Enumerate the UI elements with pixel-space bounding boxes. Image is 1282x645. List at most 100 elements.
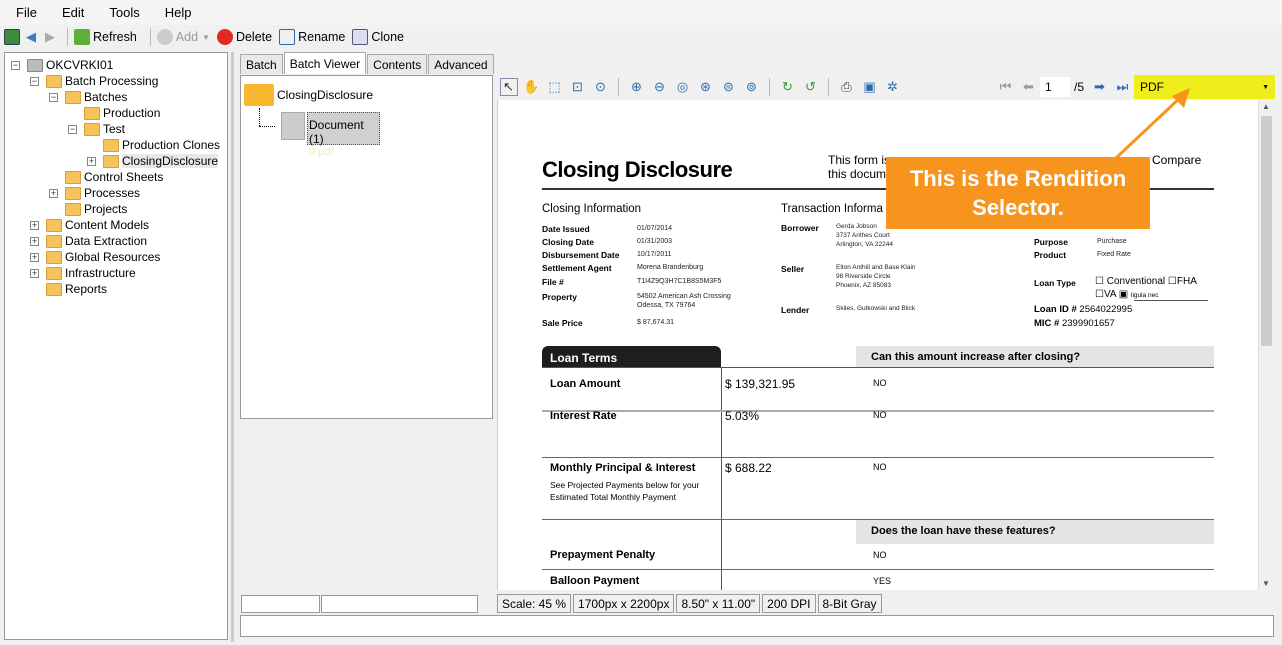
settings-tools-icon[interactable]: ✲ <box>884 78 902 96</box>
save-icon[interactable]: ▣ <box>861 78 879 96</box>
closing-info-label: Sale Price <box>542 318 583 328</box>
closing-info-label: Date Issued <box>542 224 590 234</box>
page-input[interactable]: 1 <box>1039 77 1070 97</box>
forward-icon[interactable]: ▶ <box>42 29 58 45</box>
vertical-scrollbar[interactable]: ▲ ▼ <box>1258 100 1274 590</box>
transaction-value: Elton Anthill and Base Klain <box>836 264 916 271</box>
expand-icon[interactable]: + <box>49 189 58 198</box>
tree-item[interactable]: OKCVRKI01 <box>27 57 113 73</box>
transaction-value: Skiles, Gutkowski and Blick <box>836 305 916 312</box>
delete-icon <box>216 29 233 45</box>
folder-icon <box>65 90 81 104</box>
tree-item[interactable]: Control Sheets <box>65 169 163 185</box>
splitter[interactable] <box>231 52 234 642</box>
navigation-tree: OKCVRKI01 Batch Processing Batches Producti… <box>4 52 228 640</box>
tree-item[interactable]: Global Resources <box>46 249 160 265</box>
folder-icon <box>46 218 62 232</box>
closing-info-value: T1I4Z9Q3H7C1B8S5M3F5 <box>637 278 722 285</box>
document-icon <box>281 112 305 140</box>
batch-folder[interactable]: ClosingDisclosure <box>277 88 373 102</box>
tab-batch-viewer[interactable]: Batch Viewer <box>283 52 367 74</box>
first-page-icon[interactable]: ⏮ <box>996 78 1014 96</box>
next-page-icon[interactable]: ➡ <box>1091 78 1109 96</box>
menu-help[interactable]: Help <box>165 5 192 20</box>
fit-height-icon[interactable]: ⊜ <box>720 78 738 96</box>
folder-icon <box>244 84 274 106</box>
zoom-out-icon[interactable]: ⊖ <box>651 78 669 96</box>
menu-edit[interactable]: Edit <box>62 5 84 20</box>
tree-item[interactable]: Batches <box>65 89 127 105</box>
scrollbar-thumb[interactable] <box>1261 116 1272 346</box>
collapse-icon[interactable]: − <box>68 125 77 134</box>
delete-button[interactable]: Delete <box>216 29 272 45</box>
collapse-icon[interactable]: − <box>30 77 39 86</box>
fit-width-icon[interactable]: ⊛ <box>697 78 715 96</box>
tree-item[interactable]: Data Extraction <box>46 233 147 249</box>
toggle-panel-icon[interactable] <box>4 29 20 45</box>
chevron-down-icon: ▼ <box>202 32 210 42</box>
tab-advanced[interactable]: Advanced <box>428 54 494 74</box>
folder-icon <box>46 266 62 280</box>
rotate-right-icon[interactable]: ↻ <box>779 78 797 96</box>
print-icon[interactable]: ⎙ <box>838 78 856 96</box>
clone-icon <box>352 29 369 45</box>
tree-item[interactable]: Projects <box>65 201 127 217</box>
closing-info-value: 01/31/2003 <box>637 238 673 245</box>
tree-item[interactable]: Batch Processing <box>46 73 158 89</box>
tree-item[interactable]: Production <box>84 105 160 121</box>
refresh-button[interactable]: Refresh <box>74 29 137 45</box>
menu-file[interactable]: File <box>16 5 37 20</box>
loan-term-answer: NO <box>873 410 887 420</box>
collapse-icon[interactable]: − <box>49 93 58 102</box>
page-total: /5 <box>1073 80 1084 94</box>
add-button[interactable]: Add ▼ <box>156 29 210 45</box>
expand-icon[interactable]: + <box>30 237 39 246</box>
transaction-value: Arlington, VA 22244 <box>836 241 893 248</box>
tree-item[interactable]: Infrastructure <box>46 265 136 281</box>
folder-icon <box>65 202 81 216</box>
pan-hand-icon[interactable]: ✋ <box>523 78 541 96</box>
transaction-value: Phoenix, AZ 85083 <box>836 282 891 289</box>
feature-label: Prepayment Penalty <box>550 549 656 561</box>
expand-icon[interactable]: + <box>30 269 39 278</box>
rotate-left-icon[interactable]: ↺ <box>802 78 820 96</box>
batch-viewer-tree: ClosingDisclosure Document (1) 0.pdf <box>240 75 493 419</box>
collapse-icon[interactable]: − <box>11 61 20 70</box>
expand-icon[interactable]: + <box>30 253 39 262</box>
menu-bar: File Edit Tools Help <box>0 0 1282 25</box>
folder-icon <box>46 234 62 248</box>
loan-term-value: 5.03% <box>725 409 760 423</box>
tree-item[interactable]: Content Models <box>46 217 149 233</box>
tree-item[interactable]: Reports <box>46 281 107 297</box>
menu-tools[interactable]: Tools <box>109 5 139 20</box>
zoom-page-icon[interactable]: ⊙ <box>592 78 610 96</box>
rename-button[interactable]: Rename <box>279 29 345 45</box>
zoom-in-icon[interactable]: ⊕ <box>628 78 646 96</box>
closing-info-label: Closing Date <box>542 237 594 247</box>
tree-item[interactable]: Production Clones <box>103 137 220 153</box>
transaction-value: Gerda Jobson <box>836 223 877 230</box>
closing-info-value: 01/07/2014 <box>637 225 673 232</box>
tree-item[interactable]: Test <box>84 121 125 137</box>
tab-contents[interactable]: Contents <box>367 54 428 74</box>
tab-batch[interactable]: Batch <box>240 54 283 74</box>
back-icon[interactable]: ◀ <box>23 29 39 45</box>
expand-icon[interactable]: + <box>87 157 96 166</box>
fit-page-icon[interactable]: ⊚ <box>743 78 761 96</box>
tree-item[interactable]: Processes <box>65 185 140 201</box>
folder-icon <box>65 170 81 184</box>
document-node[interactable]: Document (1) 0.pdf <box>307 112 380 158</box>
server-icon <box>27 58 43 72</box>
select-region-icon[interactable]: ⬚ <box>546 78 564 96</box>
transaction-label: Lender <box>781 305 810 315</box>
rename-icon <box>279 29 296 45</box>
tree-item[interactable]: ClosingDisclosure <box>103 153 219 169</box>
folder-icon <box>103 154 119 168</box>
clone-button[interactable]: Clone <box>352 29 404 45</box>
zoom-region-icon[interactable]: ⊡ <box>569 78 587 96</box>
feature-answer: YES <box>873 576 892 586</box>
prev-page-icon[interactable]: ⬅ <box>1019 78 1037 96</box>
expand-icon[interactable]: + <box>30 221 39 230</box>
zoom-actual-icon[interactable]: ◎ <box>674 78 692 96</box>
select-icon[interactable]: ↖ <box>499 78 518 96</box>
